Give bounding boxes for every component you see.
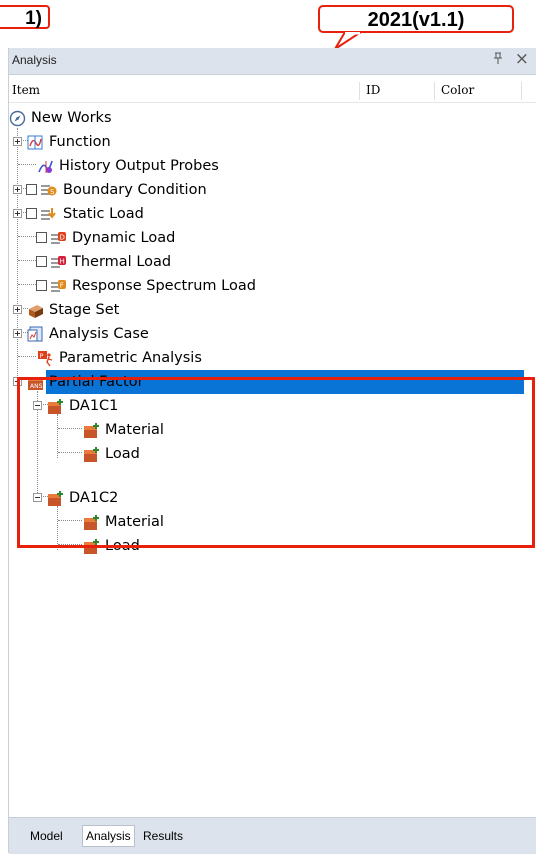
tree-item-history-output-probes[interactable]: History Output Probes [9,154,536,178]
tree-item-label: Dynamic Load [72,230,176,246]
tree-item-label: Analysis Case [49,326,149,342]
column-separator[interactable] [434,82,435,100]
stage-set-icon [27,302,44,319]
version-callout-right: 2021(v1.1) [318,5,514,33]
version-callout-left: 1) [0,5,50,29]
expand-icon[interactable] [13,137,22,146]
tree-item-thermal-load[interactable]: H Thermal Load [9,250,536,274]
svg-text:S: S [50,188,55,196]
close-icon[interactable]: × [515,49,529,69]
tree-item-stage-set[interactable]: Stage Set [9,298,536,322]
tree-item-label: Thermal Load [72,254,172,270]
svg-text:P: P [40,352,44,360]
tree-item-boundary-condition[interactable]: S Boundary Condition [9,178,536,202]
dynamic-load-icon: D [50,230,67,247]
boundary-condition-icon: S [40,182,57,199]
tree-item-analysis-case[interactable]: Analysis Case [9,322,536,346]
partial-factor-highlight [17,377,535,548]
compass-icon [9,110,26,127]
tree-item-label: Parametric Analysis [59,350,202,366]
tree-item-response-spectrum-load[interactable]: F Response Spectrum Load [9,274,536,298]
bottom-tab-bar: Model Analysis Results [9,817,536,854]
tab-analysis[interactable]: Analysis [82,825,135,847]
svg-text:H: H [60,258,65,266]
tree-item-parametric-analysis[interactable]: P Parametric Analysis [9,346,536,370]
panel-title: Analysis [12,53,57,67]
column-color[interactable]: Color [441,83,474,97]
tree-item-label: History Output Probes [59,158,219,174]
static-load-icon [40,206,57,223]
tree-item-new-works[interactable]: New Works [9,106,536,130]
tree-item-label: Boundary Condition [63,182,207,198]
tree-item-label: Stage Set [49,302,120,318]
expand-icon[interactable] [13,185,22,194]
tree-column-header: Item ID Color [9,80,536,103]
tree-item-static-load[interactable]: Static Load [9,202,536,226]
tree-item-dynamic-load[interactable]: D Dynamic Load [9,226,536,250]
visibility-checkbox[interactable] [36,256,47,267]
visibility-checkbox[interactable] [26,184,37,195]
tree-item-label: New Works [31,110,112,126]
visibility-checkbox[interactable] [36,232,47,243]
column-separator[interactable] [521,82,522,100]
probe-icon [37,158,54,175]
function-icon [27,134,44,151]
tab-model[interactable]: Model [27,826,66,846]
tab-results[interactable]: Results [140,826,186,846]
expand-icon[interactable] [13,329,22,338]
expand-icon[interactable] [13,305,22,314]
svg-text:D: D [60,234,65,242]
analysis-case-icon [27,326,44,343]
tree-item-label: Static Load [63,206,144,222]
response-spectrum-icon: F [50,278,67,295]
panel-titlebar: Analysis × [9,48,536,75]
column-id[interactable]: ID [366,83,380,97]
tree-item-label: Function [49,134,111,150]
version-callout-right-text: 2021(v1.1) [367,9,465,31]
svg-text:F: F [60,282,64,290]
tree-item-function[interactable]: Function [9,130,536,154]
thermal-load-icon: H [50,254,67,271]
column-item[interactable]: Item [12,83,40,97]
expand-icon[interactable] [13,209,22,218]
parametric-analysis-icon: P [37,350,54,367]
tree-item-label: Response Spectrum Load [72,278,256,294]
visibility-checkbox[interactable] [36,280,47,291]
version-callout-left-text: 1) [25,8,42,29]
column-separator[interactable] [359,82,360,100]
pin-icon[interactable] [493,52,503,67]
visibility-checkbox[interactable] [26,208,37,219]
